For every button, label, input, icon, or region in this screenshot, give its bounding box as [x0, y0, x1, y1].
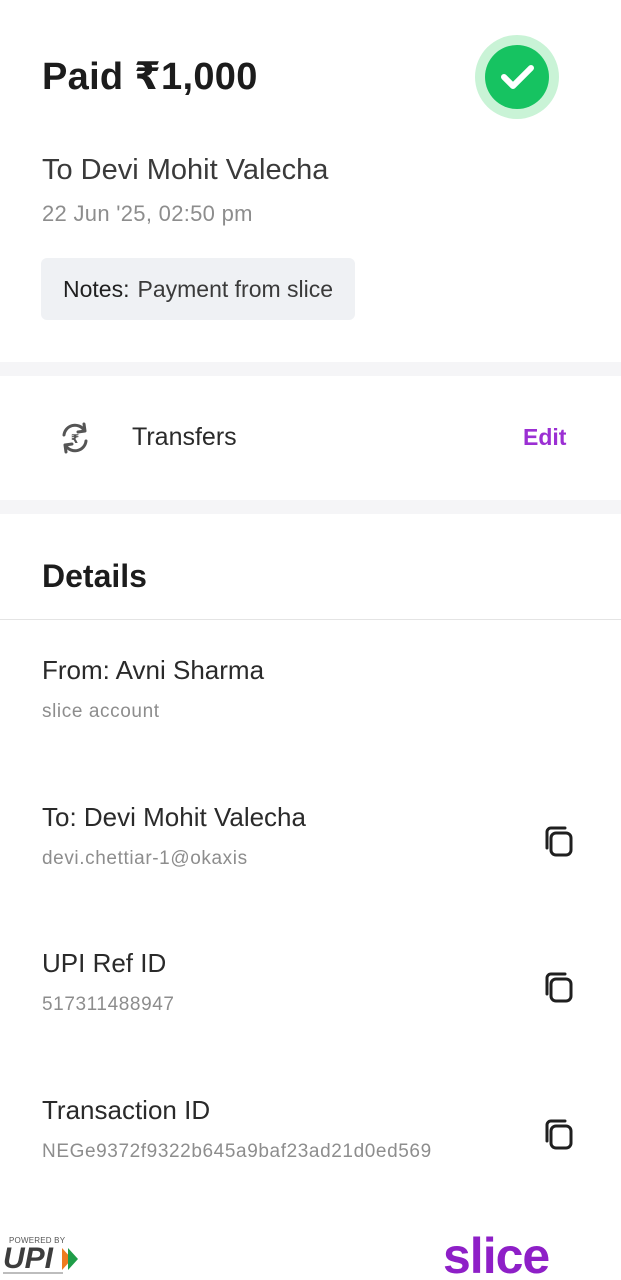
details-heading: Details — [42, 558, 147, 594]
notes-chip: Notes: Payment from slice — [41, 258, 356, 320]
copy-icon[interactable] — [540, 968, 578, 1006]
success-check-icon — [475, 35, 559, 119]
to-account-title: To: Devi Mohit Valecha — [42, 802, 306, 832]
edit-category-button[interactable]: Edit — [523, 424, 566, 451]
category-label: Transfers — [132, 423, 237, 451]
upi-ref-value: 517311488947 — [42, 994, 175, 1015]
divider — [0, 619, 621, 620]
section-gap — [0, 362, 621, 376]
section-gap — [0, 500, 621, 514]
notes-label: Notes: — [63, 275, 130, 302]
notes-value: Payment from slice — [137, 275, 334, 302]
upi-logo-icon: UPI — [3, 1242, 78, 1275]
from-account-sub: slice account — [42, 701, 160, 722]
svg-text:UPI: UPI — [3, 1242, 54, 1275]
slice-brand-logo: slice — [443, 1228, 550, 1280]
copy-icon[interactable] — [540, 1115, 578, 1153]
copy-icon[interactable] — [540, 822, 578, 860]
payee-name: To Devi Mohit Valecha — [42, 154, 329, 186]
svg-text:₹: ₹ — [71, 432, 79, 446]
to-upi-id: devi.chettiar-1@okaxis — [42, 848, 248, 869]
payment-status-title: Paid ₹1,000 — [42, 56, 258, 98]
transaction-id-title: Transaction ID — [42, 1095, 211, 1125]
transaction-id-value: NEGe9372f9322b645a9baf23ad21d0ed569 — [42, 1141, 432, 1162]
rupee-transfer-icon: ₹ — [62, 422, 88, 454]
transaction-datetime: 22 Jun '25, 02:50 pm — [42, 201, 253, 226]
from-account-title: From: Avni Sharma — [42, 655, 265, 685]
upi-ref-title: UPI Ref ID — [42, 948, 167, 978]
